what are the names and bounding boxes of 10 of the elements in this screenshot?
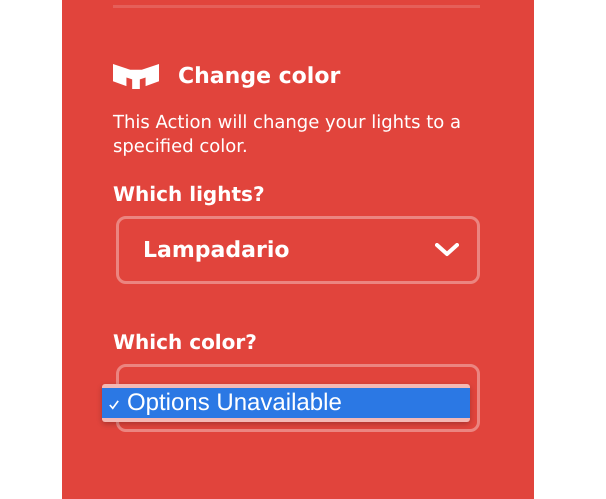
logo-icon	[113, 64, 159, 89]
field-label: Which lights?	[113, 182, 266, 206]
chevron-down-icon	[435, 243, 459, 257]
action-description: This Action will change your lights to a specified color.	[113, 111, 462, 159]
menu-option[interactable]: Options Unavailable	[102, 388, 470, 418]
dropdown[interactable]	[116, 364, 480, 432]
field-label: Which color?	[113, 330, 258, 354]
action-title: Change color	[178, 64, 340, 89]
dropdown[interactable]: Lampadario	[116, 216, 480, 284]
checkmark-icon	[109, 400, 119, 410]
